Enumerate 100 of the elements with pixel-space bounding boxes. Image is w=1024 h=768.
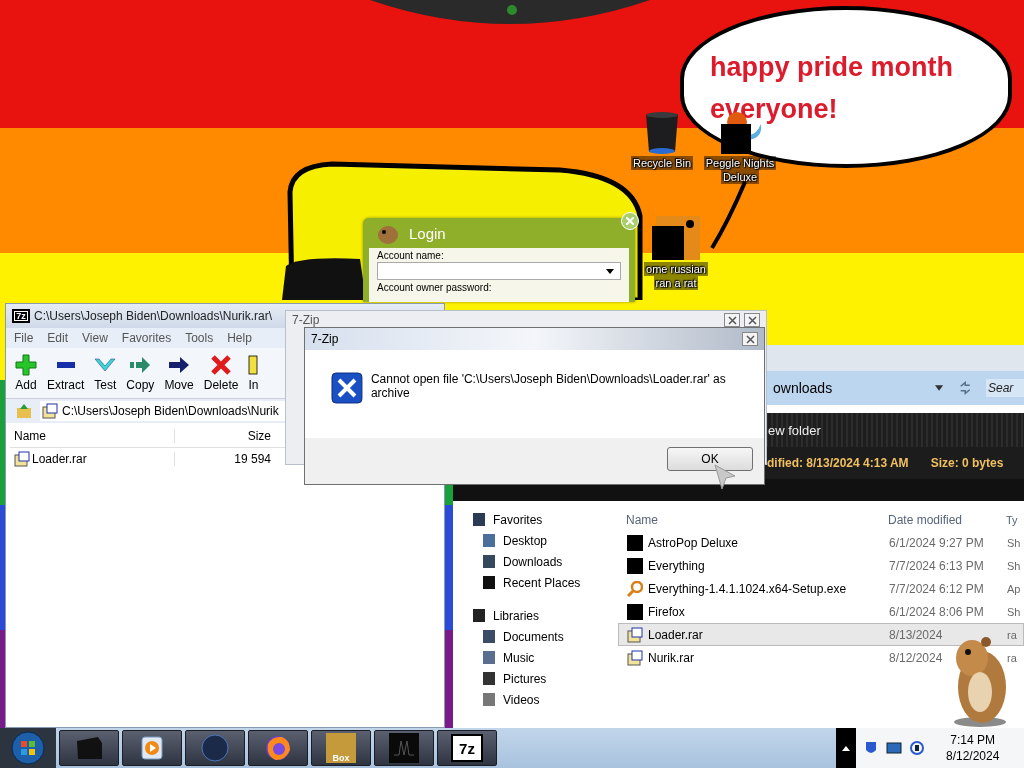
close-button[interactable]: [724, 313, 740, 327]
ok-button[interactable]: OK: [667, 447, 753, 471]
app-logo: 7z: [12, 309, 30, 323]
close-button[interactable]: [742, 332, 758, 346]
icon-label: Deluxe: [720, 170, 760, 184]
nav-item[interactable]: Pictures: [473, 668, 618, 689]
archive-icon: [42, 403, 58, 419]
toolbar-button[interactable]: Move: [159, 348, 199, 398]
globe-icon: [201, 734, 229, 762]
arrow-icon: [168, 354, 191, 376]
window-title: 7-Zip: [292, 313, 320, 327]
plus-icon: [15, 354, 37, 376]
nav-item[interactable]: Desktop: [473, 530, 618, 551]
menu-item[interactable]: Edit: [47, 331, 69, 345]
archive-icon: [14, 451, 30, 467]
column-header[interactable]: Size: [174, 429, 271, 443]
file-date: 6/1/2024 9:27 PM: [889, 535, 985, 550]
shield-icon[interactable]: [864, 740, 878, 756]
taskbar-button[interactable]: [122, 730, 182, 766]
field-label: Account name:: [377, 250, 445, 262]
file-name: Firefox: [648, 604, 685, 619]
magnifier-icon: [627, 580, 643, 597]
file-row[interactable]: Everything 7/7/2024 6:13 PM Sh: [618, 554, 1024, 577]
nav-group[interactable]: Favorites: [473, 509, 618, 530]
start-button[interactable]: [0, 728, 56, 768]
new-folder-button[interactable]: ew folder: [768, 422, 821, 438]
hamster-icon: Box: [326, 733, 356, 763]
toolbar-button[interactable]: Add: [10, 348, 42, 398]
error-icon: [331, 372, 363, 404]
toolbar-button[interactable]: In: [243, 348, 264, 398]
menu-item[interactable]: Tools: [185, 331, 214, 345]
file-date: 7/7/2024 6:12 PM: [889, 581, 985, 596]
file-row[interactable]: Everything-1.4.1.1024.x64-Setup.exe 7/7/2024 6:12 PM Ap: [618, 577, 1024, 600]
waveform-icon: [389, 733, 419, 763]
search-field[interactable]: Sear: [986, 379, 1024, 397]
column-header[interactable]: Ty: [1006, 514, 1022, 526]
menu-item[interactable]: Help: [227, 331, 252, 345]
menu-item[interactable]: Favorites: [121, 331, 172, 345]
file-name: Everything-1.4.1.1024.x64-Setup.exe: [648, 581, 847, 596]
column-header[interactable]: Name: [10, 429, 174, 443]
icon-label: Recycle Bin: [630, 156, 694, 170]
detail-text: dified: 8/13/2024 4:13 AM: [767, 456, 909, 470]
file-type: Sh: [1007, 536, 1022, 549]
delete-icon: [210, 354, 233, 376]
menu-item[interactable]: View: [82, 331, 108, 345]
nav-item[interactable]: Music: [473, 647, 618, 668]
nav-item[interactable]: Downloads: [473, 551, 618, 572]
caret-icon[interactable]: [935, 385, 944, 391]
field-label: Account owner password:: [377, 282, 493, 294]
play-icon: [141, 736, 163, 760]
file-row[interactable]: Firefox 6/1/2024 8:06 PM Sh: [618, 600, 1024, 623]
arrow-icon: [129, 354, 152, 376]
file-date: 8/13/2024: [889, 627, 944, 642]
toolbar-button[interactable]: Test: [89, 348, 122, 398]
file-type: ra: [1007, 651, 1018, 664]
nav-item[interactable]: Recent Places: [473, 572, 618, 593]
file-row[interactable]: Loader.rar 8/13/2024 ra: [618, 623, 1024, 646]
taskbar-button[interactable]: 7z: [437, 730, 497, 766]
toolbar-button[interactable]: Extract: [42, 348, 90, 398]
windows-logo-icon: [11, 731, 45, 765]
up-folder-icon[interactable]: [16, 403, 32, 419]
archive-icon: [627, 649, 643, 666]
column-header[interactable]: Date modified: [888, 513, 1006, 527]
nav-group[interactable]: Libraries: [473, 605, 618, 626]
address-text[interactable]: ownloads: [773, 380, 922, 396]
show-hidden-icons-button[interactable]: [836, 728, 856, 768]
error-message: Cannot open file 'C:\Users\Joseph Biden\Downloads\Loader.rar' as archive: [370, 372, 727, 400]
refresh-icon[interactable]: [957, 380, 972, 396]
close-button[interactable]: [744, 313, 760, 327]
file-name[interactable]: Loader.rar: [10, 451, 174, 467]
app-icon[interactable]: [652, 214, 700, 262]
menu-item[interactable]: File: [14, 331, 34, 345]
file-name: Everything: [648, 558, 705, 573]
window-title: C:\Users\Joseph Biden\Downloads\Nurik.rar\: [34, 309, 273, 323]
clock-time[interactable]: 7:14 PM: [950, 732, 996, 748]
nav-item[interactable]: Documents: [473, 626, 618, 647]
icon-label: Peggle Nights: [703, 156, 777, 170]
column-header[interactable]: Name: [618, 513, 888, 527]
file-type: Ap: [1007, 582, 1022, 595]
square-icon: [627, 534, 643, 551]
toolbar-button[interactable]: Copy: [121, 348, 160, 398]
file-row[interactable]: AstroPop Deluxe 6/1/2024 9:27 PM Sh: [618, 531, 1024, 554]
app-logo: 7z: [451, 734, 483, 762]
window-title: Login: [409, 224, 446, 242]
archive-icon: [627, 626, 643, 643]
nav-item[interactable]: Videos: [473, 689, 618, 710]
file-date: 6/1/2024 8:06 PM: [889, 604, 985, 619]
speaker-icon[interactable]: [910, 740, 924, 756]
mouse-cursor-icon: [714, 464, 736, 490]
icon-label: ome russian: [644, 262, 708, 276]
toolbar-button[interactable]: Delete: [198, 348, 244, 398]
caret-icon: [606, 268, 614, 274]
file-name: Nurik.rar: [648, 650, 694, 665]
browser-icon: [264, 734, 292, 762]
clock-date[interactable]: 8/12/2024: [946, 748, 1000, 764]
file-row[interactable]: Nurik.rar 8/12/2024 ra: [618, 646, 1024, 669]
file-date: 7/7/2024 6:13 PM: [889, 558, 985, 573]
screen-icon[interactable]: [886, 741, 902, 755]
close-icon: [626, 217, 634, 225]
taskbar-button[interactable]: [248, 730, 308, 766]
